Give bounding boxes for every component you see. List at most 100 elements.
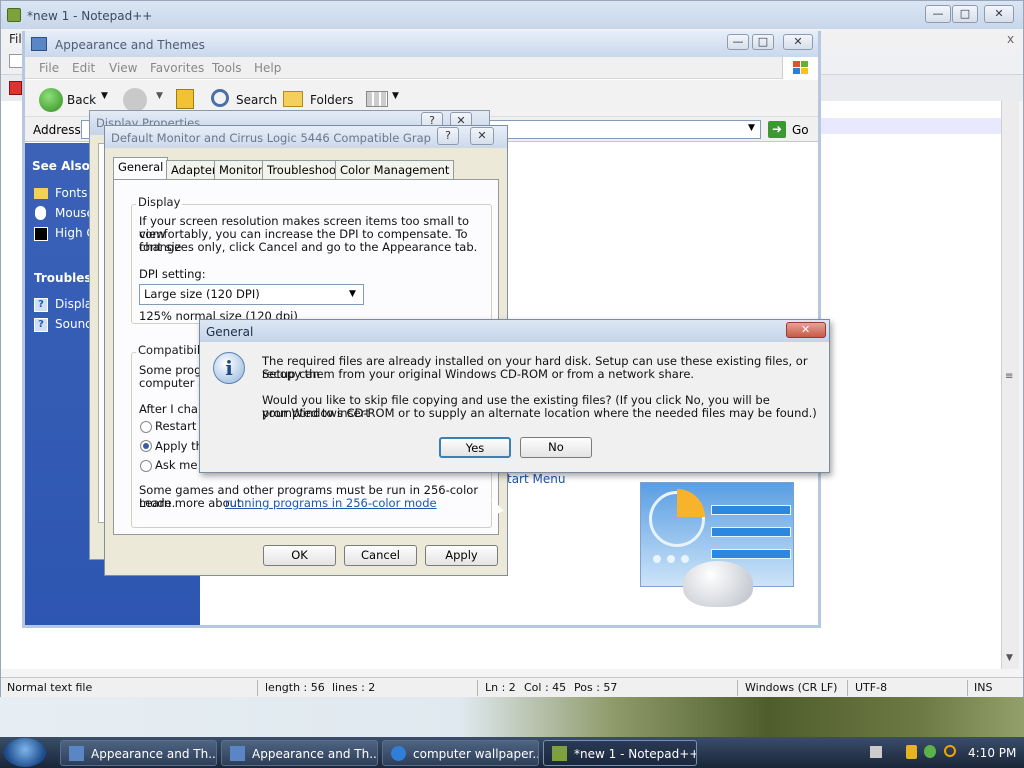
back-button[interactable]: Back — [67, 93, 96, 107]
status-eol: Windows (CR LF) — [745, 681, 838, 694]
cancel-button[interactable]: Cancel — [344, 545, 417, 566]
notepadpp-title: *new 1 - Notepad++ — [27, 9, 153, 23]
start-button[interactable] — [4, 738, 46, 767]
control-panel-icon — [230, 746, 245, 761]
vertical-scrollbar[interactable]: ≡ ▼ — [1001, 101, 1019, 669]
status-pos: Pos : 57 — [574, 681, 618, 694]
menu-favorites[interactable]: Favorites — [150, 61, 204, 75]
clock[interactable]: 4:10 PM — [968, 746, 1016, 760]
help-button[interactable]: ? — [437, 127, 459, 145]
chevron-down-icon[interactable]: ▼ — [349, 289, 356, 299]
notepadpp-titlebar[interactable]: *new 1 - Notepad++ — □ ✕ — [1, 1, 1023, 29]
windows-logo-icon — [782, 57, 818, 79]
tab-file-icon[interactable] — [9, 81, 22, 95]
status-col: Col : 45 — [524, 681, 567, 694]
close-button[interactable]: ✕ — [470, 127, 494, 145]
menu-edit[interactable]: Edit — [72, 61, 95, 75]
forward-arrow-icon[interactable] — [123, 88, 147, 112]
go-arrow-icon[interactable]: ➜ — [768, 121, 786, 138]
radio-restart[interactable] — [140, 421, 152, 433]
tray-sync-icon[interactable] — [924, 745, 936, 758]
forward-dropdown-icon[interactable]: ▼ — [156, 91, 163, 101]
back-dropdown-icon[interactable]: ▼ — [101, 91, 108, 101]
close-button[interactable]: ✕ — [786, 322, 826, 338]
display-illustration — [640, 482, 794, 607]
tab-monitor[interactable]: Monitor — [214, 160, 268, 179]
see-also-heading: See Also — [32, 159, 90, 173]
explorer-maximize-button[interactable]: □ — [752, 34, 774, 50]
apply-button[interactable]: Apply — [425, 545, 498, 566]
dpi-setting-label: DPI setting: — [139, 267, 206, 281]
general-dialog-title: General — [206, 325, 254, 339]
general-dialog-titlebar[interactable]: General ✕ — [200, 320, 829, 342]
taskbar-item-appearance-1[interactable]: Appearance and Th... — [60, 740, 217, 766]
explorer-minimize-button[interactable]: — — [727, 34, 749, 50]
monitor-dialog-title: Default Monitor and Cirrus Logic 5446 Co… — [111, 131, 431, 145]
close-button[interactable]: ✕ — [984, 5, 1014, 23]
up-folder-icon[interactable] — [176, 89, 194, 109]
address-label: Address — [33, 123, 81, 137]
yes-button[interactable]: Yes — [439, 437, 511, 458]
help-icon: ? — [34, 318, 48, 332]
address-dropdown-icon[interactable]: ▼ — [748, 123, 755, 133]
minimize-button[interactable]: — — [925, 5, 951, 23]
scroll-thumb-grip[interactable]: ≡ — [1005, 371, 1015, 385]
back-arrow-icon[interactable] — [39, 88, 63, 112]
status-ln: Ln : 2 — [485, 681, 516, 694]
display-group-label: Display — [136, 195, 183, 209]
close-icon: ✕ — [801, 323, 811, 336]
menu-file[interactable]: Fil — [9, 32, 22, 46]
tab-color-management[interactable]: Color Management — [335, 160, 455, 179]
status-file-type: Normal text file — [7, 681, 93, 694]
learn-more-link[interactable]: running programs in 256-color mode — [225, 497, 437, 510]
no-button[interactable]: No — [520, 437, 592, 458]
tray-shield-icon[interactable] — [906, 745, 917, 759]
search-icon[interactable] — [211, 89, 229, 107]
status-length: length : 56 — [265, 681, 325, 694]
radio-ask[interactable] — [140, 460, 152, 472]
radio-apply[interactable] — [140, 440, 152, 452]
taskbar-item-label: Appearance and Th... — [252, 747, 378, 761]
taskbar-item-appearance-2[interactable]: Appearance and Th... — [221, 740, 378, 766]
status-lines: lines : 2 — [332, 681, 376, 694]
menu-tools[interactable]: Tools — [212, 61, 242, 75]
menu-help[interactable]: Help — [254, 61, 281, 75]
new-file-icon[interactable] — [9, 54, 23, 68]
explorer-close-button[interactable]: ✕ — [783, 34, 813, 50]
views-dropdown-icon[interactable]: ▼ — [392, 91, 399, 101]
ok-button[interactable]: OK — [263, 545, 336, 566]
folders-icon[interactable] — [283, 91, 303, 107]
scroll-down-arrow-icon[interactable]: ▼ — [1006, 653, 1013, 663]
explorer-title: Appearance and Themes — [55, 38, 205, 52]
taskbar-item-label: computer wallpaper... — [413, 747, 539, 761]
dpi-setting-select[interactable]: Large size (120 DPI) ▼ — [139, 284, 364, 305]
maximize-button[interactable]: □ — [952, 5, 978, 23]
sidebar-item-sound[interactable]: Sound — [55, 317, 93, 331]
tray-network-icon[interactable] — [870, 746, 882, 758]
folders-button[interactable]: Folders — [310, 93, 353, 107]
message-para1-line2: recopy them from your original Windows C… — [262, 367, 695, 381]
views-icon[interactable] — [366, 91, 388, 107]
current-line-highlight — [801, 118, 1001, 134]
taskbar-item-browser[interactable]: computer wallpaper... — [382, 740, 539, 766]
menu-view[interactable]: View — [109, 61, 137, 75]
notepadpp-icon — [552, 746, 567, 761]
general-dialog-body: i The required files are already install… — [203, 342, 826, 471]
tab-general[interactable]: General — [113, 157, 169, 180]
display-text-line3: font sizes only, click Cancel and go to … — [139, 240, 478, 254]
control-panel-icon — [69, 746, 84, 761]
sidebar-item-fonts[interactable]: Fonts — [55, 186, 87, 200]
explorer-titlebar[interactable]: Appearance and Themes — □ ✕ — [25, 31, 818, 57]
tab-troubleshoot[interactable]: Troubleshoot — [262, 160, 346, 179]
close-document-icon[interactable]: x — [1007, 32, 1014, 46]
taskbar-item-notepadpp[interactable]: *new 1 - Notepad++ — [543, 740, 697, 766]
message-para2-line2: your Windows CD-ROM or to supply an alte… — [262, 406, 817, 420]
start-menu-link[interactable]: tart Menu — [507, 472, 565, 486]
status-insert-mode: INS — [974, 681, 993, 694]
tray-search-icon[interactable] — [944, 745, 956, 757]
mouse-icon — [35, 206, 46, 220]
search-button[interactable]: Search — [236, 93, 277, 107]
menu-file[interactable]: File — [39, 61, 59, 75]
monitor-dialog-titlebar[interactable]: Default Monitor and Cirrus Logic 5446 Co… — [105, 126, 507, 148]
go-button[interactable]: Go — [792, 123, 809, 137]
